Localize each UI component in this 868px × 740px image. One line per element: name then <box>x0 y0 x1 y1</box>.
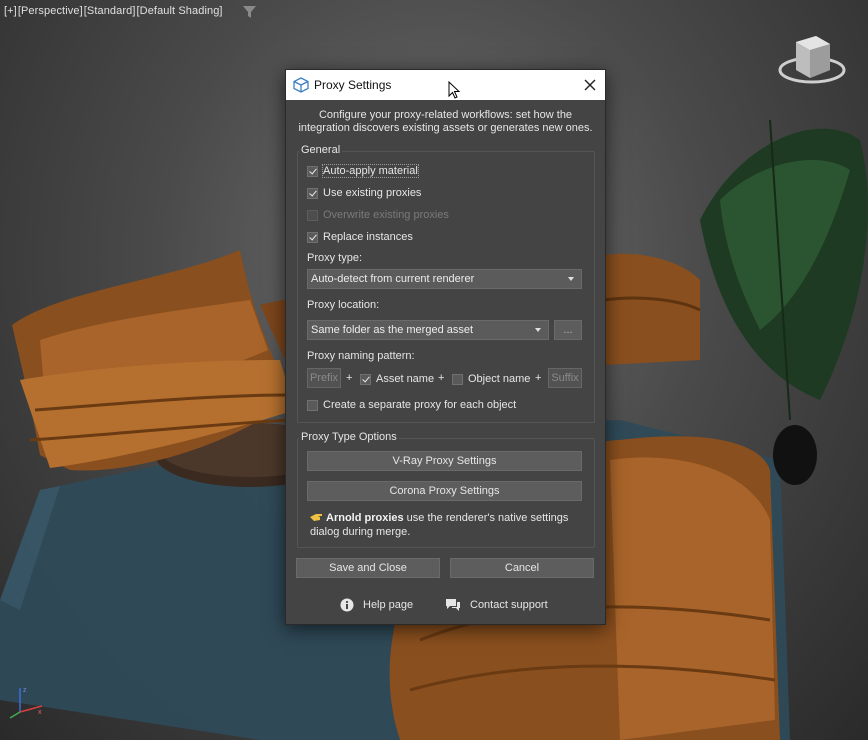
use-existing-proxies-checkbox[interactable]: Use existing proxies <box>307 186 421 200</box>
arnold-bold-text: Arnold proxies <box>326 512 404 524</box>
checkbox-box[interactable] <box>307 231 318 243</box>
checkbox-label: Asset name <box>376 373 435 385</box>
checkbox-label: Object name <box>468 373 531 385</box>
save-and-close-button[interactable]: Save and Close <box>296 558 440 578</box>
filter-icon[interactable] <box>243 6 256 18</box>
pointing-hand-icon <box>310 514 322 521</box>
description-line-1: Configure your proxy-related workflows: … <box>318 109 573 121</box>
asset-name-checkbox[interactable]: Asset name <box>360 372 434 386</box>
chevron-down-icon <box>568 277 574 281</box>
replace-instances-checkbox[interactable]: Replace instances <box>307 230 413 244</box>
description-line-2: integration discovers existing assets or… <box>298 122 593 134</box>
plus-separator: + <box>346 372 353 384</box>
checkbox-box <box>307 209 318 221</box>
checkbox-label: Overwrite existing proxies <box>323 209 449 221</box>
mouse-cursor-icon <box>448 81 461 99</box>
contact-support-label[interactable]: Contact support <box>470 599 548 611</box>
viewport-menu-perspective[interactable]: [Perspective] <box>18 5 83 17</box>
checkbox-box[interactable] <box>360 373 371 385</box>
proxy-location-label: Proxy location: <box>307 299 380 311</box>
svg-text:z: z <box>23 687 27 694</box>
checkbox-label: Use existing proxies <box>323 187 422 199</box>
auto-apply-material-checkbox[interactable]: Auto-apply material <box>307 164 419 178</box>
help-page-label[interactable]: Help page <box>363 599 413 611</box>
general-group-title: General <box>299 144 343 156</box>
viewport-menu-plus[interactable]: [+] <box>4 5 17 17</box>
checkbox-label: Auto-apply material <box>322 164 419 178</box>
checkbox-box[interactable] <box>307 187 318 199</box>
dialog-description: Configure your proxy-related workflows: … <box>286 109 605 135</box>
info-icon <box>340 598 354 612</box>
proxy-type-value: Auto-detect from current renderer <box>311 273 475 285</box>
cancel-button[interactable]: Cancel <box>450 558 594 578</box>
checkbox-label: Create a separate proxy for each object <box>323 399 517 411</box>
close-icon[interactable] <box>580 76 600 94</box>
plus-separator: + <box>535 372 542 384</box>
proxy-type-dropdown[interactable]: Auto-detect from current renderer <box>307 269 582 289</box>
help-page-link[interactable]: Help page <box>340 598 413 612</box>
object-name-checkbox[interactable]: Object name <box>452 372 530 386</box>
chat-bubble-icon <box>446 599 460 611</box>
dialog-titlebar[interactable]: Proxy Settings <box>286 70 605 100</box>
proxy-location-dropdown[interactable]: Same folder as the merged asset <box>307 320 549 340</box>
contact-support-link[interactable]: Contact support <box>445 598 548 612</box>
suffix-input[interactable]: Suffix <box>548 368 582 388</box>
naming-pattern-label: Proxy naming pattern: <box>307 350 415 362</box>
checkbox-label: Replace instances <box>323 231 413 243</box>
viewport-labels[interactable]: [+][Perspective][Standard][Default Shadi… <box>4 5 224 17</box>
arnold-note: Arnold proxies use the renderer's native… <box>310 511 585 539</box>
proxy-type-options-title: Proxy Type Options <box>299 431 399 443</box>
view-cube-icon[interactable] <box>778 32 848 88</box>
checkbox-box[interactable] <box>307 165 318 177</box>
viewport-menu-shading[interactable]: [Default Shading] <box>137 5 223 17</box>
dialog-title: Proxy Settings <box>314 78 392 92</box>
checkbox-box[interactable] <box>452 373 463 385</box>
proxy-location-value: Same folder as the merged asset <box>311 324 474 336</box>
axis-gizmo-icon: z x <box>9 687 43 719</box>
browse-location-button[interactable]: ... <box>554 320 582 340</box>
proxy-cube-icon <box>293 77 309 93</box>
proxy-settings-dialog: Proxy Settings Configure your proxy-rela… <box>285 69 606 625</box>
vray-proxy-settings-button[interactable]: V-Ray Proxy Settings <box>307 451 582 471</box>
svg-text:x: x <box>38 709 42 716</box>
checkbox-box[interactable] <box>307 399 318 411</box>
corona-proxy-settings-button[interactable]: Corona Proxy Settings <box>307 481 582 501</box>
plus-separator: + <box>438 372 445 384</box>
prefix-input[interactable]: Prefix <box>307 368 341 388</box>
separate-proxy-checkbox[interactable]: Create a separate proxy for each object <box>307 398 516 412</box>
overwrite-existing-proxies-checkbox: Overwrite existing proxies <box>307 208 449 222</box>
chevron-down-icon <box>535 328 541 332</box>
viewport-menu-standard[interactable]: [Standard] <box>84 5 136 17</box>
proxy-type-label: Proxy type: <box>307 252 363 264</box>
